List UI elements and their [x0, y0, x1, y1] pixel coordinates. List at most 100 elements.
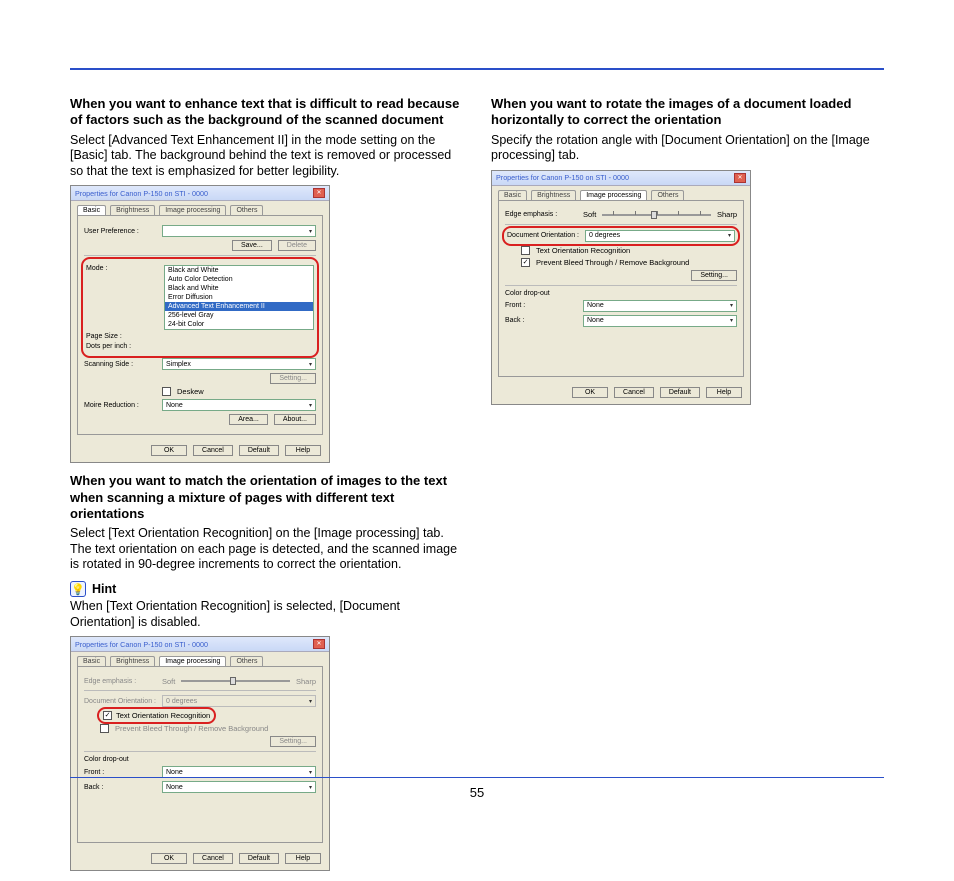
label-front: Front :: [84, 769, 156, 776]
close-icon[interactable]: ✕: [313, 639, 325, 649]
text-orientation-highlight: Text Orientation Recognition: [100, 710, 213, 721]
label-edge-emphasis: Edge emphasis :: [84, 678, 156, 685]
default-button[interactable]: Default: [660, 387, 700, 398]
combo-front[interactable]: None▾: [583, 300, 737, 312]
combo-user-preference[interactable]: ▾: [162, 225, 316, 237]
help-button[interactable]: Help: [285, 445, 321, 456]
slider-label-soft: Soft: [162, 677, 175, 686]
dialog-basic: Properties for Canon P-150 on STI - 0000…: [70, 185, 330, 463]
close-icon[interactable]: ✕: [734, 173, 746, 183]
cancel-button[interactable]: Cancel: [614, 387, 654, 398]
top-rule: [70, 68, 884, 70]
doc-orientation-value: 0 degrees: [166, 698, 197, 705]
front-value: None: [587, 302, 604, 309]
label-front: Front :: [505, 302, 577, 309]
tab-basic[interactable]: Basic: [77, 656, 106, 666]
list-item-selected[interactable]: Advanced Text Enhancement II: [165, 302, 313, 311]
dialog-panel: Edge emphasis : Soft Sharp Document Orie…: [77, 666, 323, 843]
scanning-side-value: Simplex: [166, 361, 191, 368]
label-back: Back :: [505, 317, 577, 324]
close-icon[interactable]: ✕: [313, 188, 325, 198]
combo-document-orientation[interactable]: 0 degrees▾: [585, 230, 735, 242]
hint-label: Hint: [92, 582, 116, 596]
slider-label-soft: Soft: [583, 210, 596, 219]
label-bleed-through: Prevent Bleed Through / Remove Backgroun…: [115, 724, 268, 733]
ok-button[interactable]: OK: [151, 853, 187, 864]
delete-button: Delete: [278, 240, 316, 251]
dialog-panel: Edge emphasis : Soft Sharp Document Orie…: [498, 200, 744, 377]
ok-button[interactable]: OK: [151, 445, 187, 456]
checkbox-deskew[interactable]: [162, 387, 171, 396]
mode-listbox[interactable]: Black and White Auto Color Detection Bla…: [164, 265, 314, 330]
combo-scanning-side[interactable]: Simplex▾: [162, 358, 316, 370]
page-number: 55: [0, 785, 954, 800]
checkbox-bleed-through[interactable]: [521, 258, 530, 267]
setting-button: Setting...: [270, 736, 316, 747]
label-edge-emphasis: Edge emphasis :: [505, 211, 577, 218]
document-orientation-highlight: Document Orientation : 0 degrees▾: [505, 229, 737, 243]
dialog-panel: User Preference : ▾ Save... Delete Mode …: [77, 215, 323, 435]
help-button[interactable]: Help: [706, 387, 742, 398]
dialog-image-processing-2: Properties for Canon P-150 on STI - 0000…: [491, 170, 751, 405]
label-document-orientation: Document Orientation :: [84, 698, 156, 705]
content-columns: When you want to enhance text that is di…: [70, 96, 884, 881]
checkbox-text-orientation[interactable]: [103, 711, 112, 720]
tab-others[interactable]: Others: [230, 656, 263, 666]
tab-brightness[interactable]: Brightness: [531, 190, 576, 200]
label-document-orientation: Document Orientation :: [507, 232, 579, 239]
hint-row: 💡 Hint: [70, 581, 463, 597]
default-button[interactable]: Default: [239, 445, 279, 456]
tab-others[interactable]: Others: [230, 205, 263, 215]
cancel-button[interactable]: Cancel: [193, 853, 233, 864]
setting-button[interactable]: Setting...: [691, 270, 737, 281]
help-button[interactable]: Help: [285, 853, 321, 864]
tab-image-processing[interactable]: Image processing: [159, 656, 226, 666]
combo-document-orientation: 0 degrees▾: [162, 695, 316, 707]
mode-highlight: Mode : Black and White Auto Color Detect…: [84, 260, 316, 355]
dialog-tabs: Basic Brightness Image processing Others: [492, 186, 750, 200]
list-item[interactable]: Error Diffusion: [165, 293, 313, 302]
dialog-title: Properties for Canon P-150 on STI - 0000: [75, 640, 208, 649]
label-bleed-through: Prevent Bleed Through / Remove Backgroun…: [536, 258, 689, 267]
label-page-size: Page Size :: [86, 333, 158, 340]
right-section-body: Specify the rotation angle with [Documen…: [491, 133, 884, 164]
tab-brightness[interactable]: Brightness: [110, 656, 155, 666]
label-mode: Mode :: [86, 265, 158, 272]
ok-button[interactable]: OK: [572, 387, 608, 398]
list-item[interactable]: Black and White: [165, 266, 313, 275]
list-item[interactable]: 24-bit Color: [165, 320, 313, 329]
dialog-tabs: Basic Brightness Image processing Others: [71, 652, 329, 666]
moire-value: None: [166, 402, 183, 409]
combo-moire[interactable]: None▾: [162, 399, 316, 411]
tab-image-processing[interactable]: Image processing: [159, 205, 226, 215]
dialog-titlebar: Properties for Canon P-150 on STI - 0000…: [492, 171, 750, 186]
save-button[interactable]: Save...: [232, 240, 272, 251]
about-button[interactable]: About...: [274, 414, 316, 425]
cancel-button[interactable]: Cancel: [193, 445, 233, 456]
tab-others[interactable]: Others: [651, 190, 684, 200]
tab-basic[interactable]: Basic: [498, 190, 527, 200]
label-user-preference: User Preference :: [84, 228, 156, 235]
tab-basic[interactable]: Basic: [77, 205, 106, 215]
list-item[interactable]: 256-level Gray: [165, 311, 313, 320]
list-item[interactable]: Black and White: [165, 284, 313, 293]
dialog-title: Properties for Canon P-150 on STI - 0000: [75, 189, 208, 198]
combo-back[interactable]: None▾: [583, 315, 737, 327]
edge-slider: [181, 676, 290, 686]
edge-slider[interactable]: [602, 210, 711, 220]
tab-image-processing[interactable]: Image processing: [580, 190, 647, 200]
area-button[interactable]: Area...: [229, 414, 268, 425]
label-text-orientation: Text Orientation Recognition: [536, 246, 630, 255]
checkbox-bleed-through: [100, 724, 109, 733]
hint-body: When [Text Orientation Recognition] is s…: [70, 599, 463, 630]
front-value: None: [166, 769, 183, 776]
dialog-button-row: OK Cancel Default Help: [71, 849, 329, 870]
checkbox-text-orientation[interactable]: [521, 246, 530, 255]
tab-brightness[interactable]: Brightness: [110, 205, 155, 215]
label-color-dropout: Color drop-out: [84, 756, 316, 763]
slider-label-sharp: Sharp: [296, 677, 316, 686]
dialog-button-row: OK Cancel Default Help: [71, 441, 329, 462]
list-item[interactable]: Auto Color Detection: [165, 275, 313, 284]
left-column: When you want to enhance text that is di…: [70, 96, 463, 881]
default-button[interactable]: Default: [239, 853, 279, 864]
